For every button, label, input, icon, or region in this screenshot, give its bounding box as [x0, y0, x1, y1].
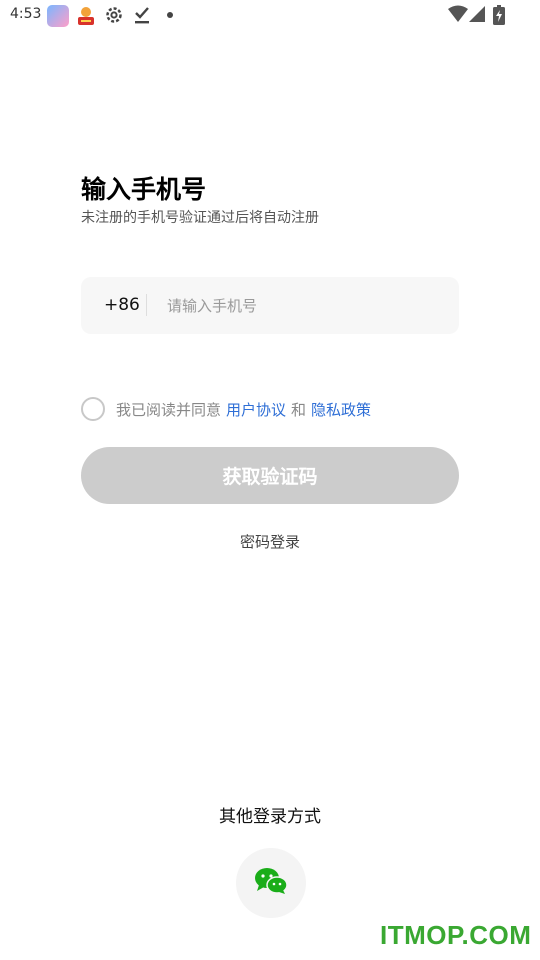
app-icon [75, 5, 97, 27]
page-title: 输入手机号 [81, 175, 207, 204]
wechat-login-button[interactable] [236, 848, 306, 918]
status-time: 4:53 [10, 6, 42, 22]
agreement-prefix: 我已阅读并同意 [116, 400, 222, 419]
privacy-policy-link[interactable]: 隐私政策 [311, 399, 371, 420]
phone-input[interactable] [167, 289, 447, 323]
wechat-icon [254, 867, 288, 899]
signal-icon [468, 5, 486, 27]
field-divider [146, 294, 147, 316]
app-icon [47, 5, 69, 27]
phone-field[interactable]: +86 [81, 277, 459, 334]
agreement-and: 和 [291, 400, 307, 419]
user-agreement-link[interactable]: 用户协议 [226, 399, 286, 420]
watermark: ITMOP.COM [380, 920, 532, 950]
agreement-row: 我已阅读并同意 用户协议 和 隐私政策 [81, 397, 371, 421]
page-subtitle: 未注册的手机号验证通过后将自动注册 [81, 210, 319, 226]
battery-charging-icon [493, 5, 505, 29]
get-code-button[interactable]: 获取验证码 [81, 447, 459, 504]
country-code-selector[interactable]: +86 [104, 295, 140, 315]
gear-icon [104, 5, 124, 29]
wifi-icon [448, 5, 468, 27]
download-done-icon [133, 5, 151, 29]
status-bar: 4:53 [0, 0, 540, 32]
other-login-title: 其他登录方式 [219, 807, 321, 827]
agreement-checkbox[interactable] [81, 397, 105, 421]
password-login-link[interactable]: 密码登录 [0, 531, 540, 552]
notification-dot-icon [167, 12, 173, 18]
